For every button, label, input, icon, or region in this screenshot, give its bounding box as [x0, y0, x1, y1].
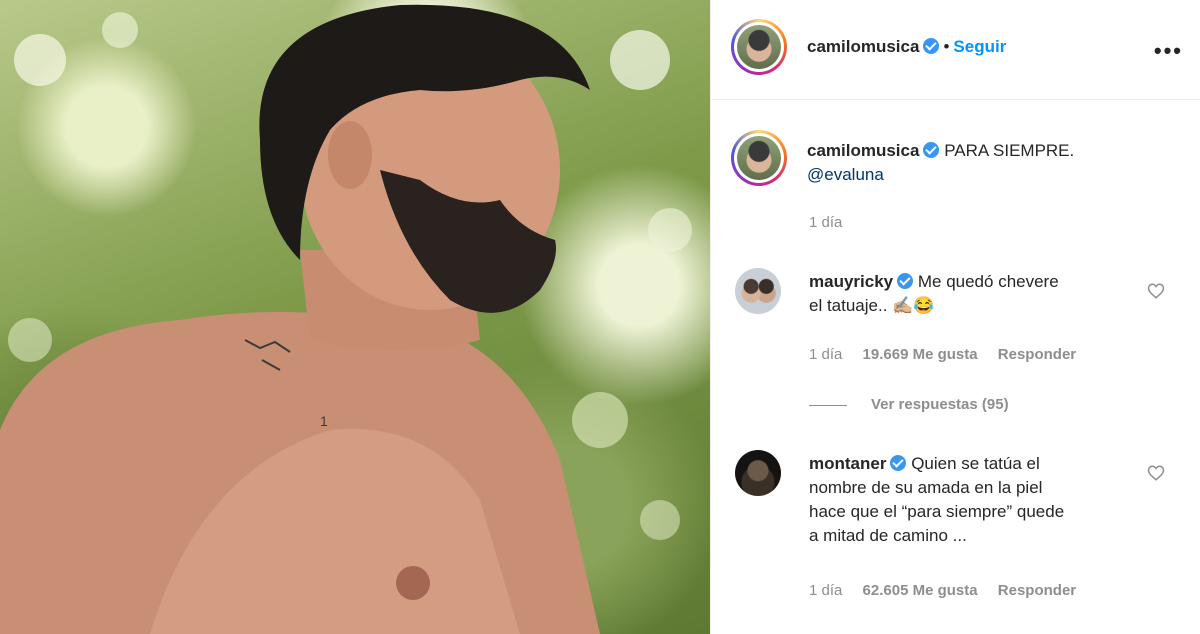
verified-badge-icon: [897, 273, 914, 289]
comment-meta: 1 día 19.669 Me gusta Responder: [809, 346, 1076, 363]
comment-text-line: a mitad de camino ...: [809, 526, 967, 545]
verified-badge-icon: [923, 142, 940, 158]
verified-badge-icon: [890, 455, 907, 471]
separator-dot: •: [943, 37, 950, 56]
comment: mauyricky Me quedó chevere el tatuaje.. …: [809, 270, 1149, 318]
comment-time[interactable]: 1 día: [809, 582, 842, 599]
caption-author-avatar[interactable]: [731, 130, 787, 186]
caption-text: PARA SIEMPRE.: [944, 141, 1075, 160]
comment-time[interactable]: 1 día: [809, 346, 842, 363]
header-author-line: camilomusica • Seguir: [807, 37, 1006, 57]
author-username[interactable]: camilomusica: [807, 37, 919, 56]
like-heart-icon[interactable]: [1147, 464, 1165, 482]
comment-text-line: hace que el “para siempre” quede: [809, 502, 1065, 521]
view-replies-line: [809, 404, 847, 406]
caption-time[interactable]: 1 día: [809, 214, 842, 231]
view-replies[interactable]: Ver respuestas (95): [809, 396, 1009, 413]
verified-badge-icon: [923, 38, 940, 54]
view-replies-label[interactable]: Ver respuestas (95): [871, 396, 1009, 413]
comment-text-line: Quien se tatúa el: [911, 454, 1040, 473]
like-heart-icon[interactable]: [1147, 282, 1165, 300]
comment-likes[interactable]: 19.669 Me gusta: [863, 346, 978, 363]
more-options-icon[interactable]: •••: [1154, 38, 1183, 64]
reply-button[interactable]: Responder: [998, 582, 1076, 599]
comment: montaner Quien se tatúa el nombre de su …: [809, 452, 1149, 548]
comment-text-line: el tatuaje.. ✍🏼😂: [809, 296, 935, 315]
comment-likes[interactable]: 62.605 Me gusta: [863, 582, 978, 599]
post-side-panel: camilomusica • Seguir ••• camilomusica PAR…: [710, 0, 1200, 634]
comment-avatar[interactable]: [735, 268, 781, 314]
comment-text-line: nombre de su amada en la piel: [809, 478, 1043, 497]
svg-text:1: 1: [320, 413, 328, 429]
caption-author-username[interactable]: camilomusica: [807, 141, 919, 160]
comment-meta: 1 día 62.605 Me gusta Responder: [809, 582, 1076, 599]
comment-text-line: Me quedó chevere: [917, 272, 1059, 291]
post-photo-illustration: 1: [0, 4, 692, 634]
mention-link[interactable]: @evaluna: [807, 165, 884, 184]
follow-button[interactable]: Seguir: [953, 37, 1006, 56]
caption: camilomusica PARA SIEMPRE. @evaluna: [807, 139, 1177, 187]
comment-username[interactable]: montaner: [809, 454, 886, 473]
post-header: camilomusica • Seguir •••: [711, 0, 1200, 100]
author-avatar[interactable]: [731, 19, 787, 75]
comment-username[interactable]: mauyricky: [809, 272, 893, 291]
post-photo[interactable]: 1: [0, 0, 710, 634]
reply-button[interactable]: Responder: [998, 346, 1076, 363]
comment-avatar[interactable]: [735, 450, 781, 496]
